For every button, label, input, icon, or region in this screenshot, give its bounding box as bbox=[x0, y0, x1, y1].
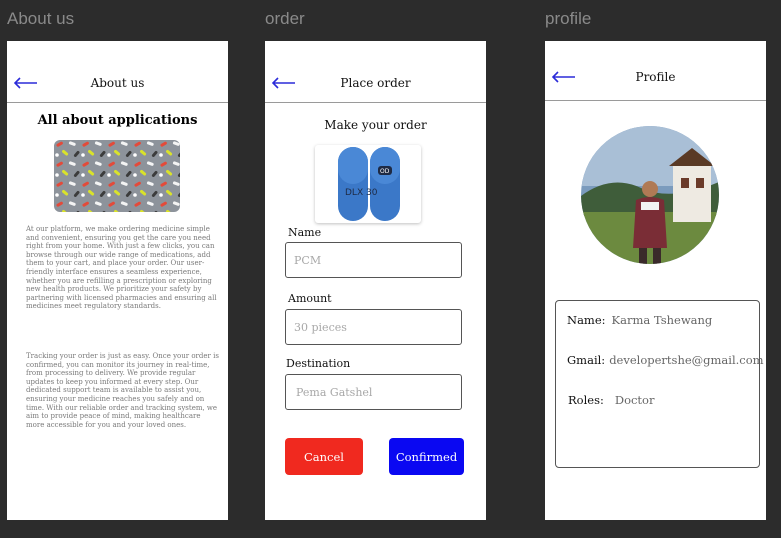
amount-field[interactable] bbox=[285, 309, 462, 345]
capsule-text-right: OD bbox=[380, 168, 390, 175]
about-paragraph-2: Tracking your order is just as easy. Onc… bbox=[26, 352, 219, 429]
profile-photo-icon bbox=[581, 126, 719, 264]
capsule-image: DLX 30 OD bbox=[315, 145, 421, 223]
amount-label: Amount bbox=[288, 292, 332, 305]
profile-frame-label: profile bbox=[545, 9, 592, 28]
about-screen: About us All about applications At our p… bbox=[7, 41, 228, 520]
about-heading: All about applications bbox=[37, 113, 198, 128]
order-subtitle: Make your order bbox=[324, 118, 427, 132]
capsule-icon: DLX 30 OD bbox=[338, 147, 400, 221]
order-frame-label: order bbox=[265, 9, 305, 28]
about-frame-label: About us bbox=[7, 9, 75, 28]
name-key: Name: bbox=[567, 313, 606, 327]
cancel-button[interactable]: Cancel bbox=[285, 438, 363, 475]
about-paragraph-1: At our platform, we make ordering medici… bbox=[26, 225, 217, 311]
name-input[interactable] bbox=[286, 243, 461, 277]
gmail-key: Gmail: bbox=[567, 353, 606, 367]
destination-input[interactable] bbox=[286, 375, 461, 409]
name-row: Name: Karma Tshewang bbox=[567, 313, 712, 327]
about-title: About us bbox=[90, 76, 145, 90]
roles-value: Doctor bbox=[614, 393, 655, 407]
name-label: Name bbox=[288, 226, 322, 239]
order-screen: Place order Make your order DLX 30 OD Na… bbox=[265, 41, 486, 520]
pills-pattern-icon bbox=[54, 140, 180, 212]
capsule-text-left: DLX 30 bbox=[345, 188, 378, 198]
roles-row: Roles: Doctor bbox=[568, 393, 654, 407]
destination-field[interactable] bbox=[285, 374, 462, 410]
gmail-row: Gmail: developertshe@gmail.com bbox=[567, 353, 764, 367]
name-field[interactable] bbox=[285, 242, 462, 278]
profile-screen: Profile Name: Karma Tshewang Gmail: develo… bbox=[545, 41, 766, 520]
amount-input[interactable] bbox=[286, 310, 461, 344]
gmail-value: developertshe@gmail.com bbox=[609, 353, 764, 367]
roles-key: Roles: bbox=[568, 393, 604, 407]
about-topbar: About us bbox=[7, 41, 228, 103]
destination-label: Destination bbox=[286, 357, 351, 370]
profile-topbar: Profile bbox=[545, 41, 766, 101]
profile-title: Profile bbox=[635, 70, 676, 84]
confirm-button[interactable]: Confirmed bbox=[389, 438, 464, 475]
name-value: Karma Tshewang bbox=[611, 313, 713, 327]
order-title: Place order bbox=[340, 76, 411, 90]
profile-info-card: Name: Karma Tshewang Gmail: developertshe@… bbox=[555, 300, 764, 468]
order-topbar: Place order bbox=[265, 41, 486, 103]
